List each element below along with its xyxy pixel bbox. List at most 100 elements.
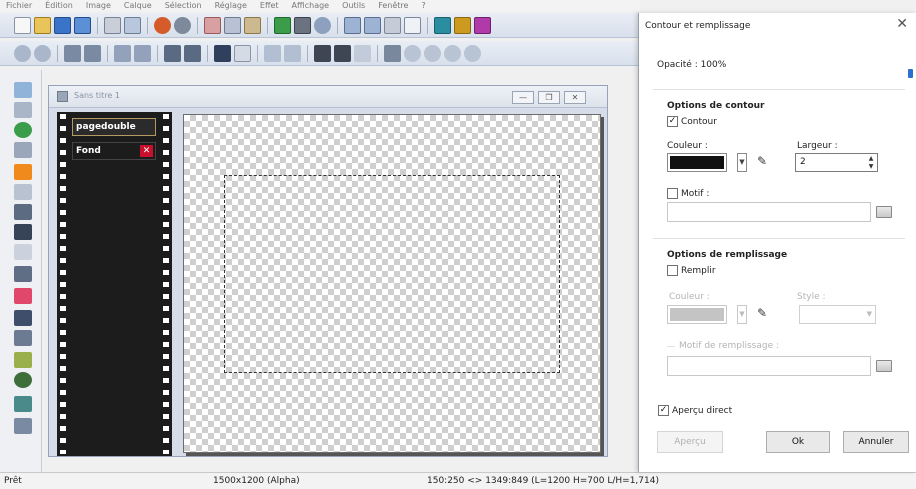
layer-copy-icon[interactable] <box>344 16 361 34</box>
lasso-tool-icon[interactable] <box>14 102 32 118</box>
redo-icon[interactable] <box>174 16 191 34</box>
folder-icon[interactable] <box>876 206 892 218</box>
print-icon[interactable] <box>104 16 121 34</box>
image-canvas[interactable] <box>183 114 601 453</box>
minimize-button[interactable]: — <box>512 91 534 104</box>
flip-h-icon[interactable] <box>114 44 131 62</box>
menu-tools[interactable]: Outils <box>336 1 372 10</box>
scan-icon[interactable] <box>124 16 141 34</box>
menu-adjust[interactable]: Réglage <box>209 1 254 10</box>
style-label: Style : <box>797 292 826 302</box>
gradient-tool-icon[interactable] <box>14 244 32 260</box>
menu-edit[interactable]: Édition <box>39 1 80 10</box>
zoom-in-icon[interactable] <box>14 44 31 62</box>
preview-checkbox[interactable]: ✓ <box>658 405 669 416</box>
width-spinner[interactable]: 2 ▲ ▼ <box>795 153 878 172</box>
contour-checkbox[interactable]: ✓ <box>667 116 678 127</box>
move-tool-icon[interactable] <box>14 142 32 158</box>
undo-icon[interactable] <box>154 16 171 34</box>
fill-tool-icon[interactable] <box>14 224 32 240</box>
color-tool-icon[interactable] <box>14 288 32 304</box>
menu-layer[interactable]: Calque <box>118 1 159 10</box>
menu-selection[interactable]: Sélection <box>159 1 209 10</box>
dropper-tool-icon[interactable] <box>14 352 32 368</box>
toolbar-separator <box>107 44 108 62</box>
tool-palette <box>0 70 42 472</box>
shape-icon[interactable] <box>424 44 441 62</box>
delete-layer-icon[interactable]: ✕ <box>140 145 153 157</box>
select-tool-icon[interactable] <box>14 82 32 98</box>
menu-view[interactable]: Affichage <box>286 1 337 10</box>
grid-icon[interactable] <box>294 16 311 34</box>
crop-tool-icon[interactable] <box>14 164 32 180</box>
motif-checkbox[interactable] <box>667 188 678 199</box>
align-right-icon[interactable] <box>84 44 101 62</box>
menu-file[interactable]: Fichier <box>0 1 39 10</box>
divider <box>653 89 905 90</box>
fill-checkbox[interactable] <box>667 265 678 276</box>
menu-window[interactable]: Fenêtre <box>372 1 415 10</box>
contour-color-dropdown[interactable]: ▼ <box>737 153 747 172</box>
eyedropper-icon[interactable]: ✎ <box>757 154 767 168</box>
open-folder-icon[interactable] <box>34 16 51 34</box>
align-left-icon[interactable] <box>64 44 81 62</box>
brush-icon[interactable] <box>434 16 451 34</box>
ok-button[interactable]: Ok <box>766 431 830 453</box>
shape-icon[interactable] <box>444 44 461 62</box>
toolbar-separator <box>97 16 98 34</box>
menu-effect[interactable]: Effet <box>254 1 286 10</box>
frame-icon[interactable] <box>384 44 401 62</box>
copy-icon[interactable] <box>224 16 241 34</box>
toolbar-separator <box>337 16 338 34</box>
text-icon[interactable] <box>404 16 421 34</box>
contour-color-swatch[interactable] <box>667 153 727 172</box>
motif-field[interactable] <box>667 202 871 222</box>
magic-wand-icon[interactable] <box>14 122 32 138</box>
layer-icon[interactable] <box>354 44 371 62</box>
folder-icon <box>876 360 892 372</box>
cancel-button[interactable]: Annuler <box>843 431 909 453</box>
new-file-icon[interactable] <box>14 16 31 34</box>
save-icon[interactable] <box>54 16 71 34</box>
stamp-tool-icon[interactable] <box>14 204 32 220</box>
menu-image[interactable]: Image <box>80 1 118 10</box>
zoom-out-icon[interactable] <box>34 44 51 62</box>
selection-marquee <box>224 175 560 373</box>
maximize-button[interactable]: ❐ <box>538 91 560 104</box>
grid-dark-icon[interactable] <box>334 44 351 62</box>
layer-item-fond[interactable]: Fond ✕ <box>72 142 156 160</box>
close-document-button[interactable]: ✕ <box>564 91 586 104</box>
layer-item-pagedouble[interactable]: pagedouble <box>72 118 156 136</box>
fill-icon[interactable] <box>454 16 471 34</box>
text-tool-icon[interactable] <box>14 266 32 282</box>
shape-icon[interactable] <box>464 44 481 62</box>
resize-icon[interactable] <box>264 44 281 62</box>
crop-icon[interactable] <box>384 16 401 34</box>
menu-help[interactable]: ? <box>415 1 432 10</box>
pen-tool-icon[interactable] <box>14 330 32 346</box>
rotate-icon[interactable] <box>314 16 331 34</box>
image-new-icon[interactable] <box>274 16 291 34</box>
paint-tool-icon[interactable] <box>14 396 32 412</box>
shape-icon[interactable] <box>404 44 421 62</box>
paste-icon[interactable] <box>244 16 261 34</box>
grid-dark-icon[interactable] <box>314 44 331 62</box>
shape-tool-icon[interactable] <box>14 310 32 326</box>
pencil-icon[interactable] <box>164 44 181 62</box>
color-picker-icon[interactable] <box>474 16 491 34</box>
hand-tool-icon[interactable] <box>14 418 32 434</box>
cut-icon[interactable] <box>204 16 221 34</box>
effects-tool-icon[interactable] <box>14 372 32 388</box>
brush-tool-icon[interactable] <box>14 184 32 200</box>
opacity-slider-thumb[interactable] <box>908 69 913 78</box>
eraser-icon[interactable] <box>184 44 201 62</box>
layer-paste-icon[interactable] <box>364 16 381 34</box>
close-icon[interactable]: ✕ <box>896 17 908 31</box>
effect-icon[interactable] <box>234 44 251 62</box>
flip-v-icon[interactable] <box>134 44 151 62</box>
contour-color-label: Couleur : <box>667 141 708 151</box>
mountain-icon[interactable] <box>214 44 231 62</box>
canvas-size-icon[interactable] <box>284 44 301 62</box>
save-as-icon[interactable] <box>74 16 91 34</box>
spinner-arrows-icon[interactable]: ▲ ▼ <box>867 155 875 171</box>
